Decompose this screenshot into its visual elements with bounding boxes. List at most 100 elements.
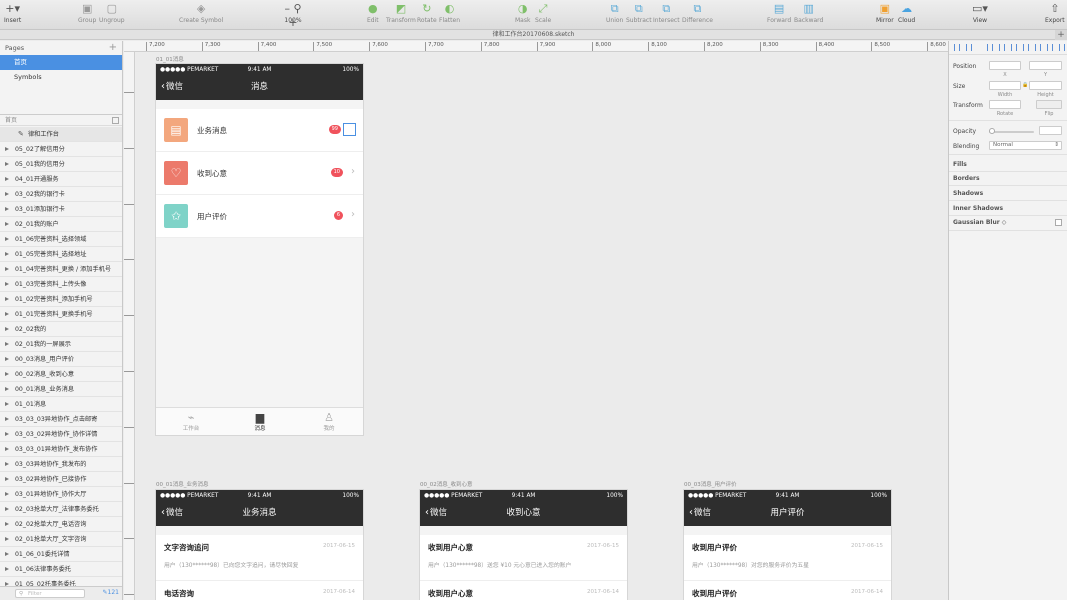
artboard-label[interactable]: 00_02消息_收到心意 [420, 480, 473, 488]
layer-item[interactable]: 01_06法律事务委托 [0, 562, 122, 577]
layer-item[interactable]: 01_04完善资料_更换 / 添加手机号 [0, 262, 122, 277]
mirror-button[interactable]: ▣ Mirror [876, 2, 894, 24]
ungroup-button[interactable]: ▢ Ungroup [99, 2, 125, 24]
layer-item[interactable]: 02_01我的一屏展示 [0, 337, 122, 352]
layer-item[interactable]: 03_03_02异地协作_协作详情 [0, 427, 122, 442]
y-field[interactable] [1029, 61, 1062, 70]
layer-item[interactable]: 00_01消息_业务消息 [0, 382, 122, 397]
layer-item[interactable]: 04_01开通服务 [0, 172, 122, 187]
subtract-button[interactable]: ⧉ Subtract [626, 2, 652, 24]
transform-button[interactable]: ◩ Transform [386, 2, 416, 24]
x-field[interactable] [989, 61, 1021, 70]
layer-item[interactable]: 01_02完善资料_添加手机号 [0, 292, 122, 307]
page-item-symbols[interactable]: Symbols [0, 70, 122, 85]
width-field[interactable] [989, 81, 1021, 90]
layer-item[interactable]: 02_01抢单大厅_文字咨询 [0, 532, 122, 547]
add-page-icon[interactable]: + [109, 41, 117, 55]
list-item-gifts[interactable]: ♡ 收到心意 10 › [156, 152, 363, 195]
rotate-button[interactable]: ↻ Rotate [417, 2, 437, 24]
list-item-business[interactable]: ▤ 业务消息 99 [156, 109, 363, 152]
artboard-detail[interactable]: ●●●●● PEMARKET 9:41 AM 100% ‹微信 业务消息 文字咨询追问 20… [155, 489, 364, 600]
artboard-messages[interactable]: ●●●●● PEMARKET 9:41 AM 100% ‹微信 消息 ▤ 业务消… [155, 63, 364, 436]
align-center-icon[interactable] [966, 44, 972, 51]
canvas[interactable]: 01_01消息 ●●●●● PEMARKET 9:41 AM 100% ‹微信 … [136, 53, 948, 600]
difference-button[interactable]: ⧉ Difference [682, 2, 713, 24]
align-bottom-icon[interactable] [1023, 44, 1029, 51]
insert-button[interactable]: +▾ Insert [4, 2, 21, 24]
layer-item[interactable]: 01_01消息 [0, 397, 122, 412]
group-button[interactable]: ▣ Group [78, 2, 96, 24]
layer-item[interactable]: 02_01我的账户 [0, 217, 122, 232]
scale-button[interactable]: ⤢ Scale [535, 2, 551, 24]
tab-workbench[interactable]: ⌁ 工作台 [156, 411, 226, 432]
layer-item[interactable]: 01_06完善资料_选择领域 [0, 232, 122, 247]
align-top-icon[interactable] [999, 44, 1005, 51]
inner-shadows-section[interactable]: Inner Shadows [953, 205, 1003, 212]
layer-item[interactable]: 03_03异地协作_我发布的 [0, 457, 122, 472]
tab-me[interactable]: ♙ 我的 [294, 411, 363, 432]
align-right-icon[interactable] [987, 44, 993, 51]
distribute-horizontal-icon[interactable] [1035, 44, 1041, 51]
flip-buttons[interactable] [1036, 100, 1062, 109]
opacity-slider[interactable] [989, 131, 1034, 133]
layer-item[interactable]: 03_02异地协作_已接协作 [0, 472, 122, 487]
artboard-detail[interactable]: ●●●●● PEMARKET 9:41 AM 100% ‹微信 收到心意 收到用户心意 20… [419, 489, 628, 600]
layer-item[interactable]: 02_02我的 [0, 322, 122, 337]
align-left-icon[interactable] [954, 44, 960, 51]
list-item[interactable]: 电话咨询 2017-06-14 [156, 581, 363, 600]
height-field[interactable] [1029, 81, 1062, 90]
fills-section[interactable]: Fills [953, 161, 967, 168]
lock-icon[interactable]: 🔒 [1022, 82, 1028, 88]
intersect-button[interactable]: ⧉ Intersect [653, 2, 680, 24]
backward-button[interactable]: ▥ Backward [794, 2, 823, 24]
artboard-layer[interactable]: ✎ 律和工作台 [0, 127, 122, 142]
list-item[interactable]: 文字咨询追问 2017-06-15 用户（130******98）已向您文字追问，请… [156, 535, 363, 581]
rotate-field[interactable] [989, 100, 1021, 109]
gaussian-blur-checkbox[interactable] [1055, 219, 1062, 226]
layer-item[interactable]: 03_01异地协作_协作大厅 [0, 487, 122, 502]
distribute-vertical-icon[interactable] [1047, 44, 1053, 51]
borders-section[interactable]: Borders [953, 175, 980, 182]
layer-item[interactable]: 03_03_03异地协作_点击邮寄 [0, 412, 122, 427]
list-item-reviews[interactable]: ✩ 用户评价 6 › [156, 195, 363, 238]
layer-item[interactable]: 02_03抢单大厅_法律事务委托 [0, 502, 122, 517]
layer-item[interactable]: 00_02消息_收到心意 [0, 367, 122, 382]
align-extra-icon[interactable] [1059, 44, 1065, 51]
list-item[interactable]: 收到用户心意 2017-06-15 用户（130******98）送您 ¥10 元心… [420, 535, 627, 581]
layer-item[interactable]: 00_03消息_用户评价 [0, 352, 122, 367]
list-item[interactable]: 收到用户心意 2017-06-14 [420, 581, 627, 600]
list-item[interactable]: 收到用户评价 2017-06-15 用户（130******98）对您的服务评价为五… [684, 535, 891, 581]
layer-item[interactable]: 03_03_01异地协作_发布协作 [0, 442, 122, 457]
tab-messages[interactable]: ▆ 消息 [225, 411, 295, 432]
layer-item[interactable]: 01_01完善资料_更换手机号 [0, 307, 122, 322]
artboard-detail[interactable]: ●●●●● PEMARKET 9:41 AM 100% ‹微信 用户评价 收到用户评价 20… [683, 489, 892, 600]
artboard-label[interactable]: 00_03消息_用户评价 [684, 480, 737, 488]
align-middle-icon[interactable] [1011, 44, 1017, 51]
list-item[interactable]: 收到用户评价 2017-06-14 [684, 581, 891, 600]
layer-item[interactable]: 01_05完善资料_选择地址 [0, 247, 122, 262]
shadows-section[interactable]: Shadows [953, 190, 983, 197]
zoom-control[interactable]: – ⚲ +100% [279, 2, 307, 29]
artboard-label[interactable]: 00_01消息_业务消息 [156, 480, 209, 488]
add-tab-button[interactable]: + [1055, 30, 1067, 40]
selected-layer-box[interactable] [343, 123, 356, 136]
layer-item[interactable]: 05_02了解信用分 [0, 142, 122, 157]
page-item-home[interactable]: 首页 [0, 55, 122, 70]
gaussian-blur-section[interactable]: Gaussian Blur ◇ [953, 219, 1006, 226]
cloud-button[interactable]: ☁ Cloud [898, 2, 915, 24]
layer-item[interactable]: 03_02我的银行卡 [0, 187, 122, 202]
collapse-icon[interactable] [112, 117, 119, 124]
layer-item[interactable]: 03_01添加银行卡 [0, 202, 122, 217]
opacity-knob[interactable] [989, 128, 995, 134]
filter-input[interactable]: ⚲ Filter [15, 589, 85, 598]
artboard-label[interactable]: 01_01消息 [156, 55, 184, 63]
create-symbol-button[interactable]: ◈ Create Symbol [179, 2, 223, 24]
edit-button[interactable]: ● Edit [367, 2, 379, 24]
layer-item[interactable]: 02_02抢单大厅_电话咨询 [0, 517, 122, 532]
layer-item[interactable]: 01_03完善资料_上传头像 [0, 277, 122, 292]
blending-select[interactable]: Normal ⇕ [989, 141, 1062, 150]
mask-button[interactable]: ◑ Mask [515, 2, 530, 24]
union-button[interactable]: ⧉ Union [606, 2, 623, 24]
layer-item[interactable]: 05_01我的信用分 [0, 157, 122, 172]
layer-item[interactable]: 01_06_01委托详情 [0, 547, 122, 562]
